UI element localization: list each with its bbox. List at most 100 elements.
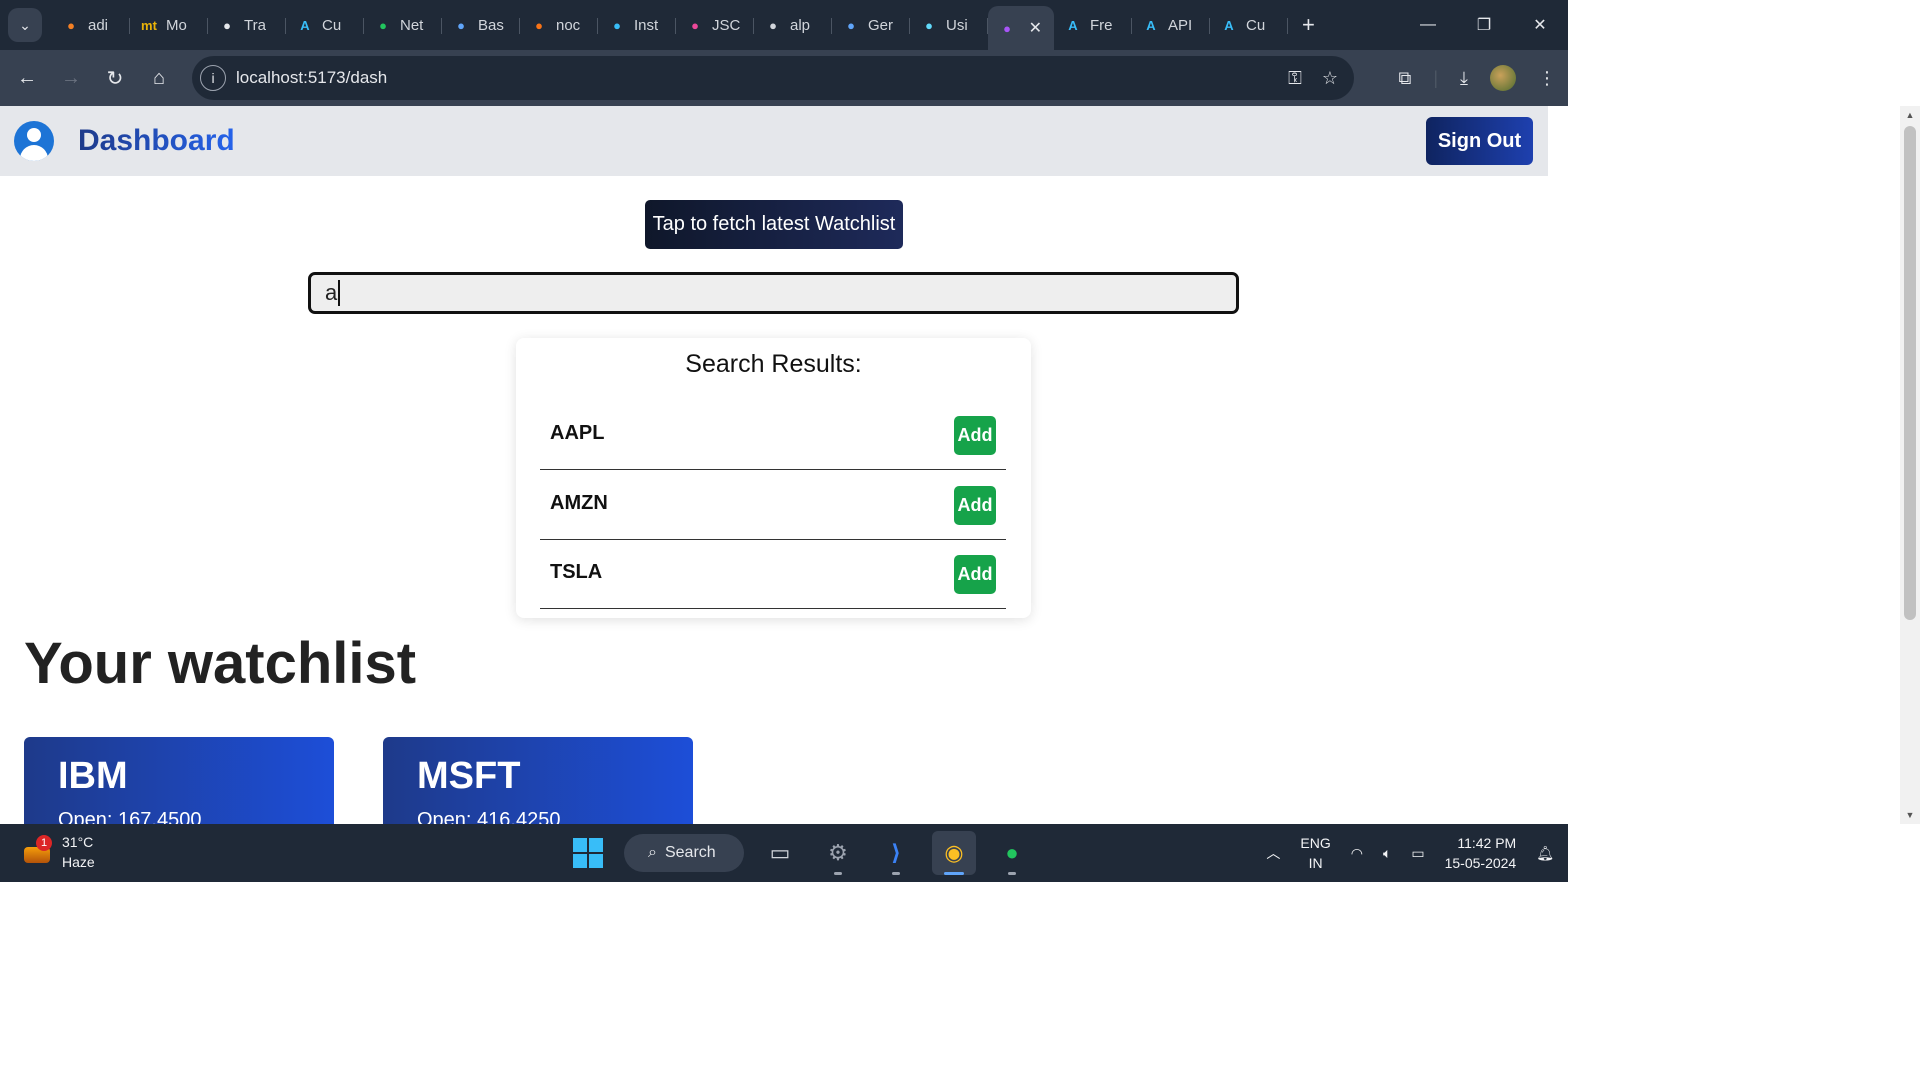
windows-logo-icon	[573, 838, 603, 868]
forward-button[interactable]: →	[49, 56, 93, 100]
vscode-icon: ⟩	[890, 840, 902, 865]
reload-button[interactable]: ↻	[93, 56, 137, 100]
restore-button[interactable]: ❐	[1456, 0, 1512, 50]
watchlist-card-msft[interactable]: MSFT Open: 416.4250	[383, 737, 693, 824]
home-icon: ⌂	[152, 66, 166, 89]
wifi-icon[interactable]: ◠	[1351, 845, 1363, 862]
chevron-down-icon: ⌄	[19, 16, 31, 33]
browser-tab[interactable]: ● Inst	[598, 5, 676, 45]
add-aapl-button[interactable]: Add	[954, 416, 996, 455]
text-caret	[338, 280, 340, 306]
tab-label: Bas	[478, 16, 504, 34]
scroll-down-icon[interactable]: ▼	[1900, 806, 1920, 824]
browser-tab[interactable]: ● Net	[364, 5, 442, 45]
browser-tab[interactable]: ● Usi	[910, 5, 988, 45]
tab-label: JSC	[712, 16, 741, 34]
browser-tab[interactable]: A API	[1132, 5, 1210, 45]
vite-icon: ●	[1003, 20, 1011, 36]
weather-desc: Haze	[62, 854, 95, 870]
result-symbol: TSLA	[550, 561, 603, 583]
leaf-icon: ●	[1005, 840, 1019, 865]
letter-a-icon: A	[300, 17, 310, 33]
arrow-right-icon: →	[61, 66, 81, 89]
minimize-button[interactable]: —	[1400, 0, 1456, 50]
taskbar-settings[interactable]: ⚙	[816, 831, 860, 875]
browser-tab[interactable]: ● alp	[754, 5, 832, 45]
bell-icon[interactable]: 🔔︎	[1536, 845, 1554, 862]
clock-time: 11:42 PM	[1457, 835, 1517, 851]
browser-tab[interactable]: ● adi	[52, 5, 130, 45]
close-window-button[interactable]: ✕	[1512, 0, 1568, 50]
result-row: TSLA Add	[540, 539, 1006, 609]
browser-tab[interactable]: A Cu	[1210, 5, 1288, 45]
tab-label: Usi	[946, 16, 968, 34]
reload-icon: ↻	[106, 67, 124, 90]
tab-search-button[interactable]: ⌄	[8, 8, 42, 42]
add-tsla-button[interactable]: Add	[954, 555, 996, 594]
back-button[interactable]: ←	[5, 56, 49, 100]
download-icon[interactable]: ⤓	[1460, 68, 1468, 89]
browser-tab[interactable]: ● JSC	[676, 5, 754, 45]
site-info-icon[interactable]: i	[200, 65, 226, 91]
browser-tab-strip: ⌄ ● adi mt Mo ● Tra A Cu ● Net ● Bas ● noc ● Inst ● JSC ● a…	[0, 0, 1568, 50]
add-amzn-button[interactable]: Add	[954, 486, 996, 525]
taskbar-chrome[interactable]: ◉	[932, 831, 976, 875]
diamond-icon: ●	[457, 17, 465, 33]
browser-tab[interactable]: ● ✕	[988, 6, 1054, 50]
taskbar-file-explorer[interactable]: ▭	[758, 831, 802, 875]
taskbar: 1 31°C Haze ⌕ Search ▭ ⚙ ⟩ ◉ ● ︿ ENG IN …	[0, 824, 1568, 882]
password-key-icon[interactable]: ⚿	[1288, 68, 1302, 89]
scroll-up-icon[interactable]: ▲	[1900, 106, 1920, 124]
browser-tab[interactable]: ● Tra	[208, 5, 286, 45]
gear-icon: ⚙	[828, 840, 848, 865]
browser-tab[interactable]: ● Ger	[832, 5, 910, 45]
browser-tab[interactable]: A Cu	[286, 5, 364, 45]
fetch-watchlist-button[interactable]: Tap to fetch latest Watchlist	[645, 200, 903, 249]
tab-label: adi	[88, 16, 109, 34]
result-symbol: AAPL	[550, 422, 605, 444]
start-button[interactable]	[566, 831, 610, 875]
browser-toolbar: ← → ↻ ⌂ i localhost:5173/dash ⚿ ☆ ⧉ | ⤓ …	[0, 50, 1568, 106]
scrollbar-thumb[interactable]	[1904, 126, 1916, 620]
search-results-title: Search Results:	[685, 350, 862, 378]
browser-tab[interactable]: ● Bas	[442, 5, 520, 45]
search-icon: ⌕	[648, 844, 657, 861]
watchlist-card-ibm[interactable]: IBM Open: 167.4500	[24, 737, 334, 824]
tab-label: noc	[556, 16, 581, 34]
tab-label: alp	[790, 16, 811, 34]
taskbar-mongodb[interactable]: ●	[990, 831, 1034, 875]
taskbar-vscode[interactable]: ⟩	[874, 831, 918, 875]
sign-out-button[interactable]: Sign Out	[1426, 117, 1533, 165]
close-tab-icon[interactable]: ✕	[1029, 18, 1042, 38]
card-symbol: MSFT	[417, 755, 521, 797]
chevron-up-icon[interactable]: ︿	[1266, 843, 1280, 863]
sparkle-icon: ●	[847, 17, 855, 33]
home-button[interactable]: ⌂	[137, 56, 181, 100]
chrome-icon: ◉	[944, 840, 964, 865]
volume-icon[interactable]: 🔈︎	[1383, 845, 1391, 862]
kebab-menu-icon[interactable]: ⋮	[1538, 68, 1556, 89]
profile-avatar[interactable]	[1490, 65, 1516, 91]
new-tab-button[interactable]: +	[1302, 12, 1315, 38]
extensions-icon[interactable]: ⧉	[1398, 68, 1411, 89]
leaf-icon: ●	[379, 17, 387, 33]
battery-icon[interactable]: ▭	[1411, 845, 1424, 862]
input-language[interactable]: ENG IN	[1300, 833, 1330, 873]
tab-label: API	[1168, 16, 1193, 34]
card-symbol: IBM	[58, 755, 128, 797]
address-bar[interactable]: i localhost:5173/dash ⚿ ☆	[192, 56, 1354, 100]
taskbar-search[interactable]: ⌕ Search	[624, 834, 744, 872]
weather-widget[interactable]: 1 31°C Haze	[22, 832, 95, 872]
bookmark-star-icon[interactable]: ☆	[1322, 68, 1338, 89]
browser-tab[interactable]: mt Mo	[130, 5, 208, 45]
browser-tab[interactable]: A Fre	[1054, 5, 1132, 45]
page-scrollbar[interactable]: ▲ ▼	[1900, 106, 1920, 824]
tab-list: ● adi mt Mo ● Tra A Cu ● Net ● Bas ● noc ● Inst ● JSC ● alp…	[52, 0, 1288, 50]
clock[interactable]: 11:42 PM 15-05-2024	[1445, 833, 1517, 873]
clock-date: 15-05-2024	[1444, 855, 1517, 871]
stackoverflow-icon: ●	[67, 17, 75, 33]
search-input[interactable]: a	[308, 272, 1239, 314]
app-header: Dashboard Sign Out	[0, 106, 1548, 176]
browser-tab[interactable]: ● noc	[520, 5, 598, 45]
window-controls: — ❐ ✕	[1400, 0, 1568, 50]
